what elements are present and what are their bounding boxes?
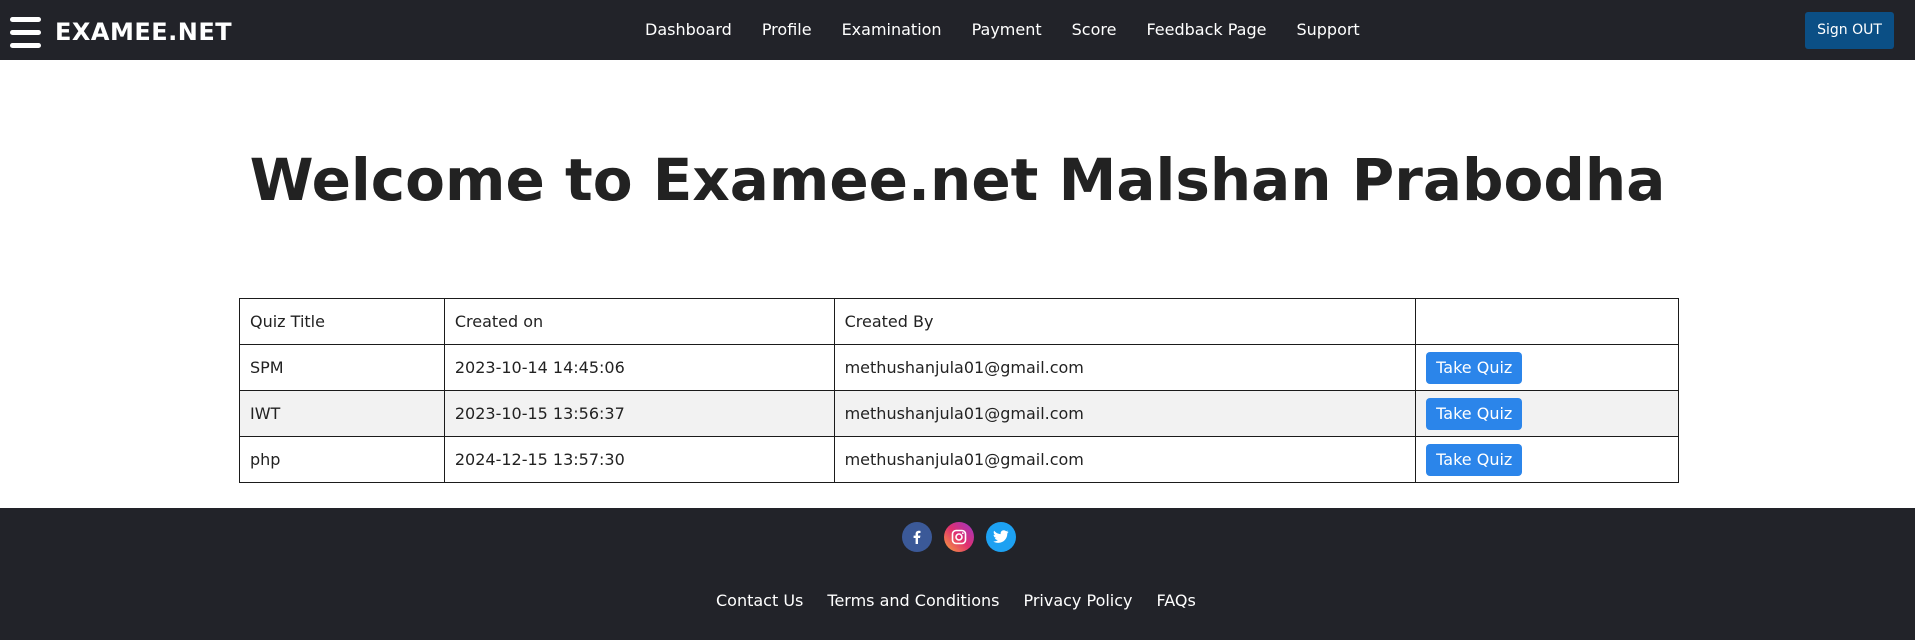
nav-examination[interactable]: Examination <box>842 19 942 41</box>
cell-action: Take Quiz <box>1415 390 1679 437</box>
table-row: IWT 2023-10-15 13:56:37 methushanjula01@… <box>239 390 1679 437</box>
cell-created-on: 2023-10-15 13:56:37 <box>443 390 835 437</box>
cell-action: Take Quiz <box>1415 344 1679 391</box>
nav-payment[interactable]: Payment <box>972 19 1042 41</box>
hamburger-menu-icon[interactable] <box>10 17 41 51</box>
main-nav: Dashboard Profile Examination Payment Sc… <box>645 19 1360 41</box>
nav-profile[interactable]: Profile <box>762 19 812 41</box>
footer-link-contact-us[interactable]: Contact Us <box>716 590 803 612</box>
facebook-glyph <box>913 530 921 544</box>
table-row: SPM 2023-10-14 14:45:06 methushanjula01@… <box>239 344 1679 391</box>
nav-score[interactable]: Score <box>1072 19 1117 41</box>
footer: Contact Us Terms and Conditions Privacy … <box>0 508 1915 640</box>
cell-created-on: 2023-10-14 14:45:06 <box>443 344 835 391</box>
header-created-on: Created on <box>443 298 835 345</box>
instagram-glyph <box>951 529 967 545</box>
header-quiz-title: Quiz Title <box>239 298 445 345</box>
footer-link-privacy[interactable]: Privacy Policy <box>1023 590 1132 612</box>
twitter-icon[interactable] <box>986 522 1016 552</box>
cell-action: Take Quiz <box>1415 436 1679 483</box>
brand-logo[interactable]: EXAMEE.NET <box>55 18 232 46</box>
top-navbar: EXAMEE.NET Dashboard Profile Examination… <box>0 0 1915 60</box>
nav-feedback-page[interactable]: Feedback Page <box>1146 19 1266 41</box>
take-quiz-button[interactable]: Take Quiz <box>1426 443 1523 476</box>
take-quiz-button[interactable]: Take Quiz <box>1426 351 1523 384</box>
instagram-icon[interactable] <box>944 522 974 552</box>
sign-out-button[interactable]: Sign OUT <box>1805 12 1894 49</box>
footer-links: Contact Us Terms and Conditions Privacy … <box>716 590 1196 612</box>
table-header-row: Quiz Title Created on Created By <box>239 298 1679 345</box>
cell-created-by: methushanjula01@gmail.com <box>833 390 1417 437</box>
cell-created-by: methushanjula01@gmail.com <box>833 344 1417 391</box>
cell-created-by: methushanjula01@gmail.com <box>833 436 1417 483</box>
welcome-heading: Welcome to Examee.net Malshan Prabodha <box>249 146 1666 214</box>
footer-link-terms[interactable]: Terms and Conditions <box>827 590 999 612</box>
cell-quiz-title: php <box>239 436 445 483</box>
hamburger-line <box>10 30 41 35</box>
nav-dashboard[interactable]: Dashboard <box>645 19 732 41</box>
hamburger-line <box>10 43 41 48</box>
facebook-icon[interactable] <box>902 522 932 552</box>
cell-created-on: 2024-12-15 13:57:30 <box>443 436 835 483</box>
header-action <box>1415 298 1679 345</box>
cell-quiz-title: SPM <box>239 344 445 391</box>
hamburger-line <box>10 17 41 22</box>
nav-support[interactable]: Support <box>1296 19 1359 41</box>
header-created-by: Created By <box>833 298 1417 345</box>
cell-quiz-title: IWT <box>239 390 445 437</box>
table-row: php 2024-12-15 13:57:30 methushanjula01@… <box>239 436 1679 483</box>
quiz-table: Quiz Title Created on Created By SPM 202… <box>239 298 1679 483</box>
take-quiz-button[interactable]: Take Quiz <box>1426 397 1523 430</box>
twitter-glyph <box>993 530 1009 543</box>
footer-link-faqs[interactable]: FAQs <box>1157 590 1196 612</box>
